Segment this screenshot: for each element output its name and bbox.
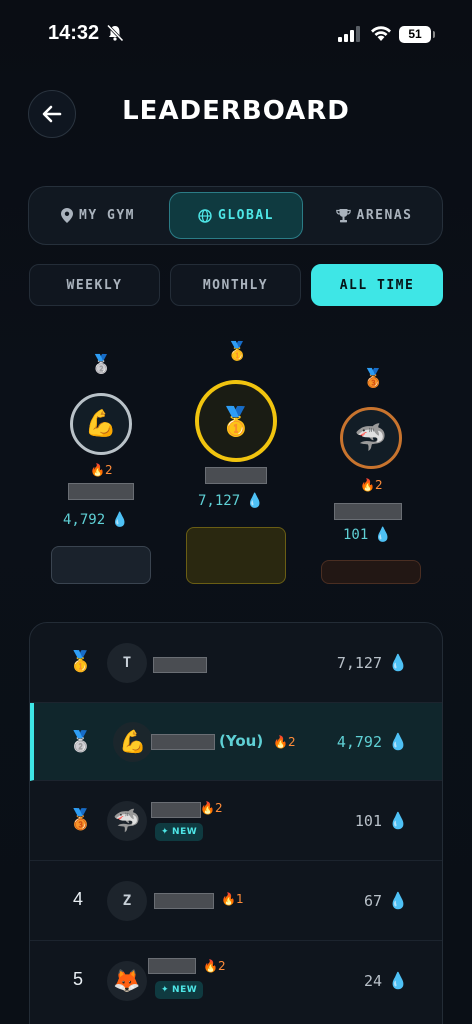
row-streak: 🔥2	[200, 801, 223, 815]
silver-medal-icon: 🥈	[68, 729, 93, 753]
podium-third-name-redacted	[334, 503, 402, 520]
water-drop-icon: 💧	[246, 493, 264, 509]
tab-my-gym-label: MY GYM	[79, 208, 135, 223]
flexed-biceps-icon: 💪	[84, 409, 118, 439]
period-all-time-button[interactable]: ALL TIME	[311, 264, 443, 306]
location-pin-icon	[61, 208, 74, 223]
avatar: T	[107, 643, 147, 683]
tab-arenas[interactable]: ARENAS	[310, 192, 438, 239]
podium-first-pedestal	[186, 527, 286, 584]
podium-third-avatar: 🦈	[340, 407, 402, 469]
ranking-row-current-user[interactable]: 🥈 💪 (You) 🔥2 4,792 💧	[30, 703, 442, 781]
page-title: LEADERBOARD	[122, 96, 350, 126]
podium-second-pedestal	[51, 546, 151, 584]
sparkle-icon: ✦	[161, 827, 170, 837]
fire-icon: 🔥	[273, 735, 288, 749]
row-streak: 🔥2	[273, 735, 296, 749]
rank-number: 4	[72, 889, 83, 909]
bronze-medal-icon: 🥉	[68, 807, 93, 831]
gold-medal-icon: 🥇	[226, 341, 249, 362]
new-badge: ✦ NEW	[155, 981, 204, 999]
row-name-redacted	[148, 958, 196, 974]
row-name-redacted	[153, 657, 207, 673]
period-weekly-button[interactable]: WEEKLY	[29, 264, 160, 306]
podium-second-score: 4,792 💧	[63, 512, 129, 528]
bell-muted-icon	[106, 24, 124, 42]
row-name-redacted	[151, 734, 215, 750]
ranking-row[interactable]: 5 🦊 🔥2 ✦ NEW 24 💧	[30, 941, 442, 1021]
water-drop-icon: 💧	[388, 653, 408, 672]
wifi-icon	[371, 26, 391, 41]
tab-my-gym[interactable]: MY GYM	[34, 192, 162, 239]
row-score: 4,792	[336, 733, 382, 751]
gold-medal-avatar-icon: 🥇	[218, 404, 254, 438]
podium-second-streak: 🔥2	[90, 463, 113, 477]
row-score: 24	[363, 972, 382, 990]
podium-third-streak: 🔥2	[360, 478, 383, 492]
podium-first-avatar: 🥇	[195, 380, 277, 462]
row-streak: 🔥2	[203, 959, 226, 973]
avatar: 🦊	[107, 961, 147, 1001]
water-drop-icon: 💧	[374, 527, 392, 543]
water-drop-icon: 💧	[388, 732, 408, 751]
ranking-row[interactable]: 🥇 T 7,127 💧	[30, 623, 442, 703]
podium-second-name-redacted	[68, 483, 134, 500]
fire-icon: 🔥	[90, 463, 105, 477]
row-name-redacted	[151, 802, 201, 818]
sparkle-icon: ✦	[161, 985, 170, 995]
shark-icon: 🦈	[354, 423, 388, 453]
silver-medal-icon: 🥈	[90, 354, 113, 375]
fire-icon: 🔥	[203, 959, 218, 973]
podium-first-name-redacted	[205, 467, 267, 484]
tab-global-label: GLOBAL	[218, 208, 274, 223]
ranking-row[interactable]: 🥉 🦈 🔥2 ✦ NEW 101 💧	[30, 781, 442, 861]
podium-second-avatar: 💪	[70, 393, 132, 455]
water-drop-icon: 💧	[388, 891, 408, 910]
status-time: 14:32	[48, 22, 100, 44]
row-score: 7,127	[336, 654, 382, 672]
status-bar: 14:32 51	[0, 0, 472, 60]
avatar: 💪	[113, 722, 153, 762]
avatar: 🦈	[107, 801, 147, 841]
signal-icon	[338, 26, 360, 42]
scope-tab-bar: MY GYM GLOBAL ARENAS	[28, 186, 443, 245]
avatar: Z	[107, 881, 147, 921]
rank-number: 5	[72, 969, 83, 989]
podium-third-pedestal	[321, 560, 421, 584]
ranking-list: 🥇 T 7,127 💧 🥈 💪 (You) 🔥2 4,792 💧 🥉 🦈 🔥2 …	[29, 622, 443, 1024]
ranking-row[interactable]: 4 Z 🔥1 67 💧	[30, 861, 442, 941]
globe-icon	[198, 208, 212, 223]
row-streak: 🔥1	[221, 892, 244, 906]
new-badge: ✦ NEW	[155, 823, 204, 841]
fire-icon: 🔥	[200, 801, 215, 815]
tab-global[interactable]: GLOBAL	[169, 192, 303, 239]
tab-arenas-label: ARENAS	[356, 208, 413, 223]
period-monthly-button[interactable]: MONTHLY	[170, 264, 301, 306]
water-drop-icon: 💧	[388, 971, 408, 990]
you-label: (You)	[219, 732, 264, 750]
battery-indicator: 51	[399, 26, 435, 43]
row-score: 67	[363, 892, 382, 910]
gold-medal-icon: 🥇	[68, 649, 93, 673]
podium-third-score: 101 💧	[343, 527, 392, 543]
row-name-redacted	[154, 893, 214, 909]
trophy-icon	[335, 208, 351, 222]
water-drop-icon: 💧	[388, 811, 408, 830]
bronze-medal-icon: 🥉	[362, 368, 385, 389]
row-score: 101	[354, 812, 382, 830]
fire-icon: 🔥	[360, 478, 375, 492]
fire-icon: 🔥	[221, 892, 236, 906]
podium-first-score: 7,127 💧	[198, 493, 264, 509]
water-drop-icon: 💧	[111, 512, 129, 528]
